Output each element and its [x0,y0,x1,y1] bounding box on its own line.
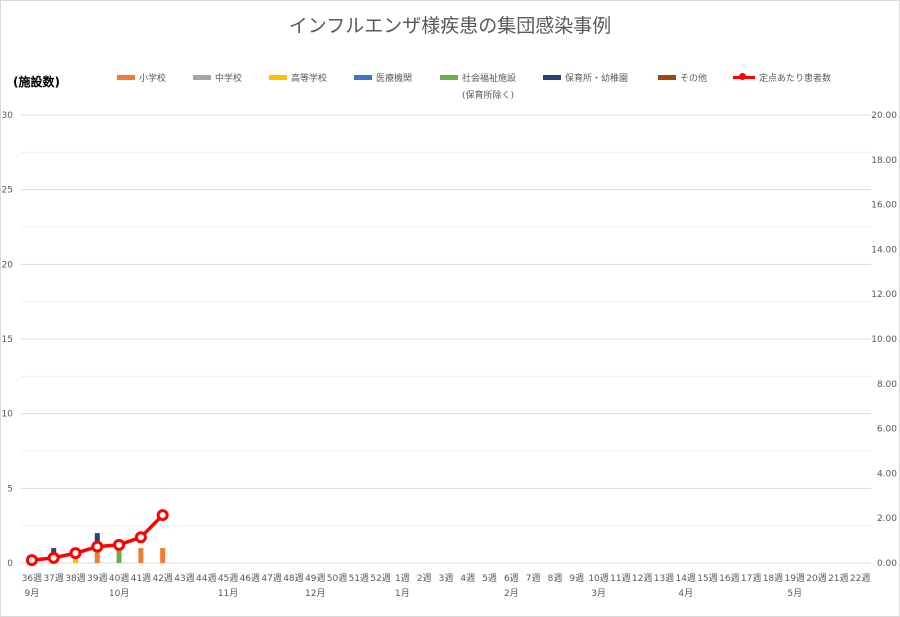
x-tick-label: 6週 [504,573,519,584]
y2-tick-label: 6.00 [877,425,897,435]
x-tick-label: 43週 [174,573,194,584]
y2-tick-label: 18.00 [871,156,897,166]
y-tick-label: 20 [2,260,14,270]
y2-tick-label: 4.00 [877,469,897,479]
x-tick-label: 18週 [763,573,783,584]
y-tick-label: 30 [2,111,14,121]
x-tick-label: 2週 [417,573,432,584]
chart-container: インフルエンザ様疾患の集団感染事例 (施設数) 小学校 中学校 高等学校 医療機… [0,0,900,617]
y2-tick-label: 12.00 [871,290,897,300]
line-point [25,554,38,567]
x-tick-label: 39週 [87,573,107,584]
x-tick-label: 14週 [676,573,696,584]
x-tick-label: 20週 [806,573,826,584]
bar-segment [138,548,144,563]
x-tick-label: 37週 [43,573,63,584]
x-tick-label: 5週 [482,573,497,584]
line-point [134,531,147,544]
x-tick-label: 16週 [719,573,739,584]
y-tick-label: 10 [2,410,14,420]
x-tick-label: 22週 [850,573,870,584]
x-tick-label: 38週 [65,573,85,584]
x-tick-label: 10週 [588,573,608,584]
x-tick-label: 50週 [327,573,347,584]
x-tick-label: 7週 [526,573,541,584]
line-point [91,540,104,553]
x-tick-label: 15週 [697,573,717,584]
x-month-label: 9月 [25,588,40,599]
x-month-label: 2月 [504,588,519,599]
y2-tick-label: 16.00 [871,201,897,211]
x-tick-label: 48週 [283,573,303,584]
y-tick-label: 5 [7,484,13,494]
y-tick-label: 15 [2,335,13,345]
y2-tick-label: 2.00 [877,514,897,524]
x-tick-label: 17週 [741,573,761,584]
x-tick-label: 3週 [439,573,454,584]
line-point [69,547,82,560]
y2-tick-label: 14.00 [871,245,897,255]
y2-tick-label: 8.00 [877,380,897,390]
x-tick-label: 11週 [610,573,630,584]
x-tick-label: 1週 [395,573,410,584]
x-month-label: 5月 [787,588,802,599]
y2-tick-label: 0.00 [877,559,897,569]
x-tick-label: 45週 [218,573,238,584]
x-tick-label: 36週 [22,573,42,584]
x-tick-label: 8週 [548,573,563,584]
x-month-label: 10月 [109,588,129,599]
y-tick-label: 25 [2,186,13,196]
x-tick-label: 21週 [828,573,848,584]
x-month-label: 11月 [218,588,238,599]
x-tick-label: 46週 [240,573,260,584]
x-tick-label: 49週 [305,573,325,584]
bar-segment [160,548,166,563]
x-tick-label: 44週 [196,573,216,584]
x-month-label: 4月 [678,588,693,599]
x-tick-label: 42週 [152,573,172,584]
chart-plot: 0 5 10 15 20 25 30 0.00 2.00 4.00 6.00 8.00 10.00 12.… [2,111,898,599]
x-tick-label: 41週 [131,573,151,584]
line-point [113,538,126,551]
x-tick-label: 4週 [460,573,475,584]
x-tick-label: 9週 [569,573,584,584]
line-point [156,509,169,522]
x-tick-label: 40週 [109,573,129,584]
x-month-label: 3月 [591,588,606,599]
y2-tick-label: 20.00 [871,111,897,121]
x-tick-label: 13週 [654,573,674,584]
x-tick-label: 51週 [349,573,369,584]
x-month-label: 1月 [395,588,410,599]
x-month-label: 12月 [305,588,325,599]
x-tick-label: 47週 [261,573,281,584]
y2-tick-label: 10.00 [871,335,897,345]
x-tick-label: 52週 [370,573,390,584]
line-point [47,551,60,564]
y-tick-label: 0 [7,559,13,569]
x-tick-label: 12週 [632,573,652,584]
x-tick-label: 19週 [784,573,804,584]
